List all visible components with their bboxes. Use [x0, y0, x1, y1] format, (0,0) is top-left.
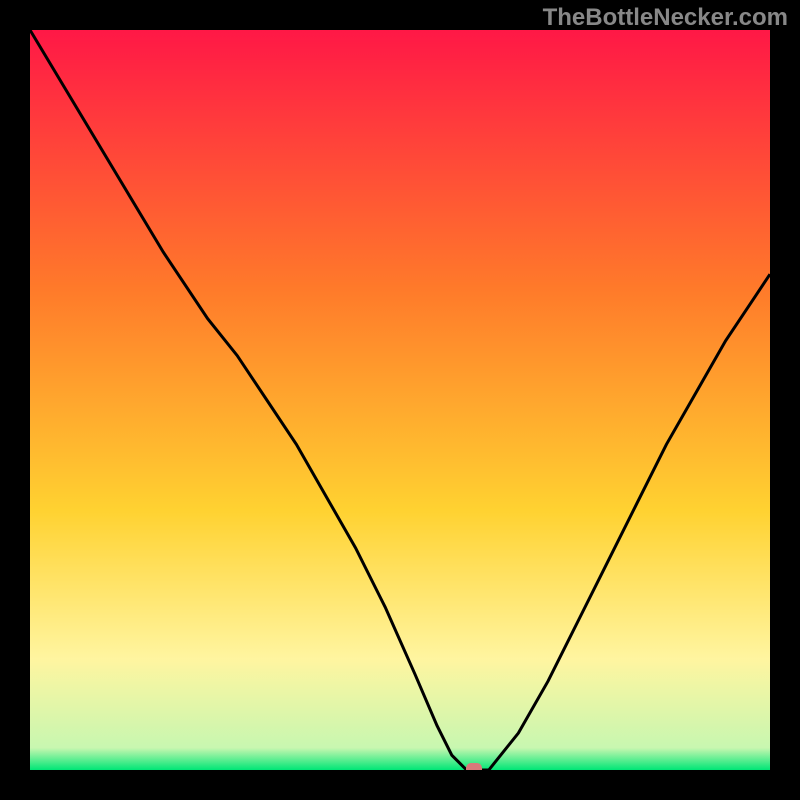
optimum-marker: [466, 763, 482, 770]
gradient-background: [30, 30, 770, 770]
chart-frame: TheBottleNecker.com: [0, 0, 800, 800]
chart-svg: [30, 30, 770, 770]
watermark-text: TheBottleNecker.com: [543, 4, 788, 32]
chart-plot-area: [30, 30, 770, 770]
